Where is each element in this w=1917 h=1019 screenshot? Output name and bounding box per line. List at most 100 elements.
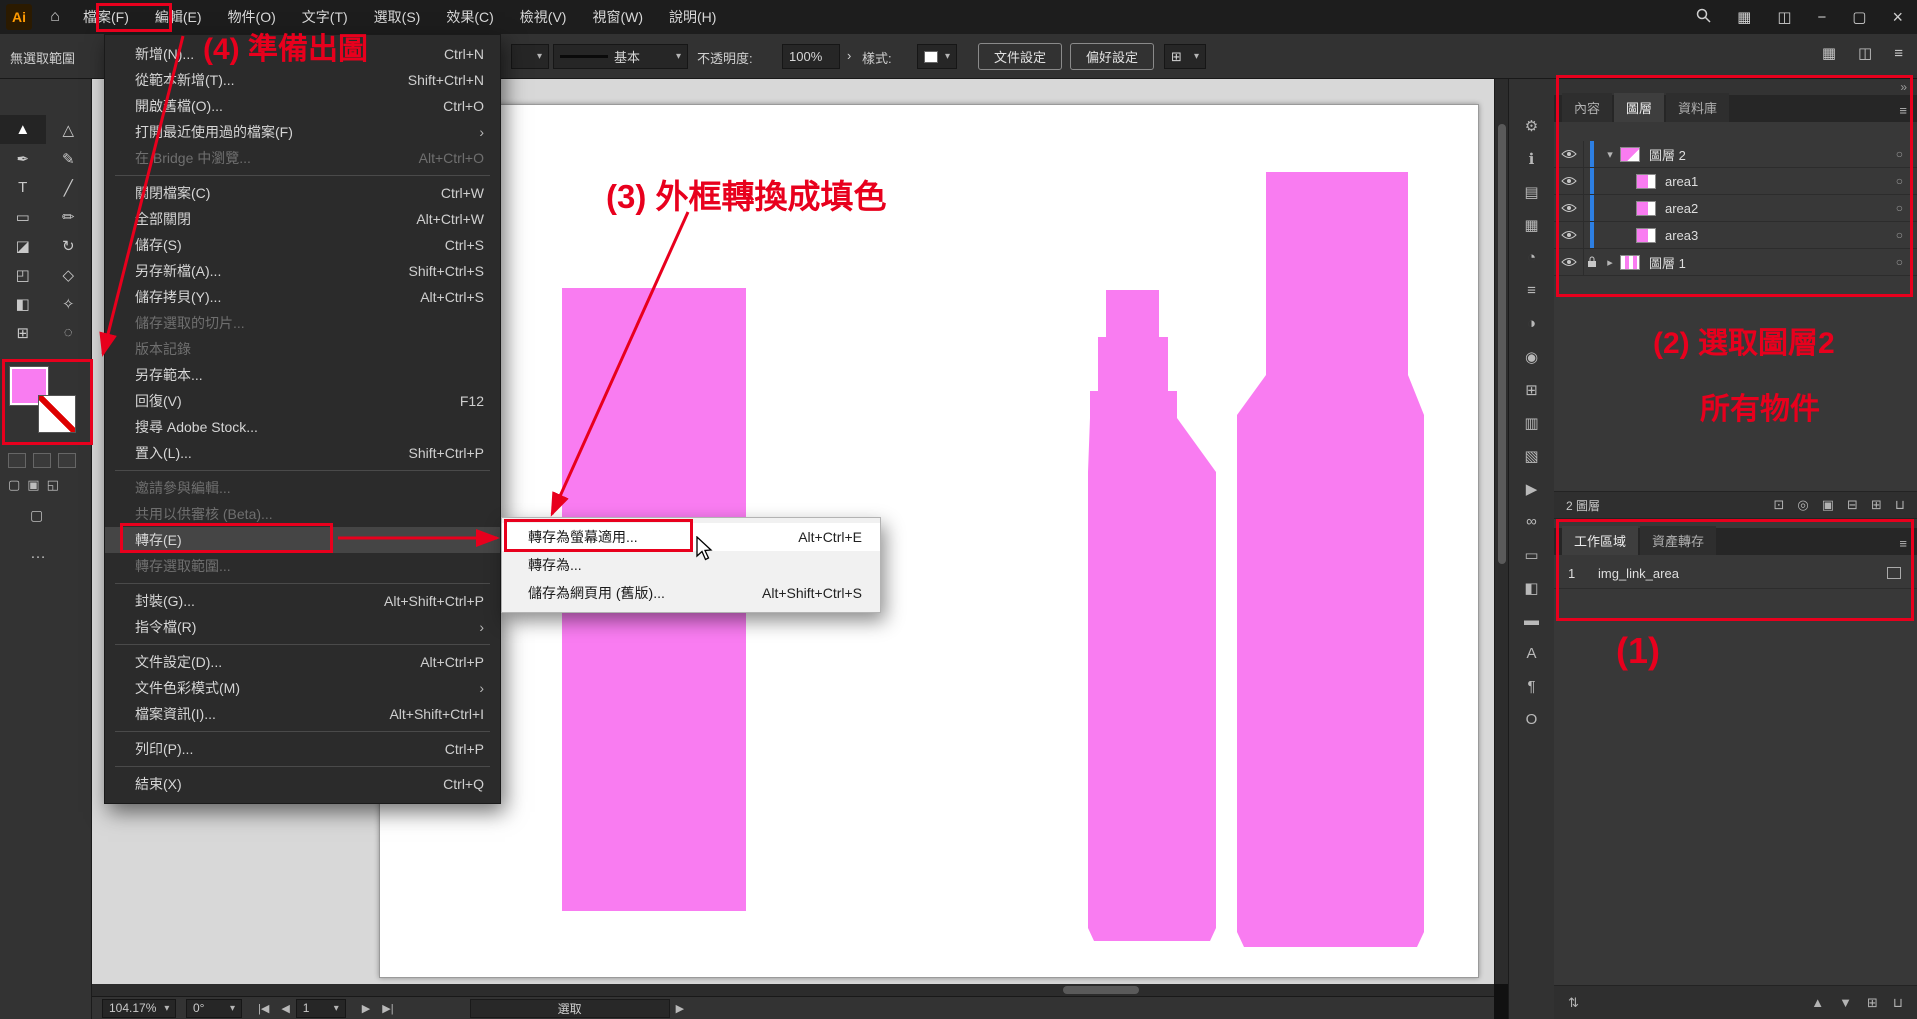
- file-menu-item[interactable]: 封裝(G)... Alt+Shift+Ctrl+P: [105, 588, 500, 614]
- file-menu-item[interactable]: 置入(L)... Shift+Ctrl+P: [105, 440, 500, 466]
- curvature-tool[interactable]: ✎: [46, 144, 92, 173]
- panel-menu-icon[interactable]: ≡: [1899, 103, 1907, 122]
- visibility-eye-icon[interactable]: [1554, 168, 1584, 194]
- object-thumbnail[interactable]: [1636, 174, 1656, 189]
- preferences-button[interactable]: 偏好設定: [1070, 43, 1154, 70]
- file-menu-item[interactable]: 結束(X) Ctrl+Q: [105, 771, 500, 797]
- object-name[interactable]: area1: [1665, 174, 1698, 189]
- menu-item[interactable]: 效果(C): [433, 0, 506, 34]
- stroke-color-swatch[interactable]: [38, 395, 76, 433]
- opacity-stepper[interactable]: ›: [847, 48, 851, 63]
- artboard-row[interactable]: 1 img_link_area: [1554, 558, 1917, 589]
- file-menu-item[interactable]: 開啟舊檔(O)... Ctrl+O: [105, 93, 500, 119]
- artboards-icon[interactable]: ▤: [1509, 175, 1554, 208]
- horizontal-scroll-thumb[interactable]: [1063, 986, 1139, 994]
- zoom-tool[interactable]: ◌: [46, 318, 92, 347]
- home-icon[interactable]: ⌂: [40, 8, 70, 26]
- menu-item[interactable]: 說明(H): [656, 0, 729, 34]
- actions-icon[interactable]: ▶: [1509, 472, 1554, 505]
- file-menu-item[interactable]: 儲存拷貝(Y)... Alt+Ctrl+S: [105, 284, 500, 310]
- opentype-icon[interactable]: O: [1509, 703, 1554, 736]
- info-icon[interactable]: ℹ: [1509, 142, 1554, 175]
- draw-inside-icon[interactable]: ◱: [47, 477, 59, 493]
- workspace-switcher-icon[interactable]: ▦: [1737, 8, 1751, 26]
- vertical-scrollbar[interactable]: [1494, 79, 1508, 984]
- tab-layers[interactable]: 圖層: [1614, 93, 1664, 122]
- minimize-icon[interactable]: −: [1818, 9, 1827, 26]
- gradient-icon[interactable]: ◉: [1509, 340, 1554, 373]
- target-circle-icon[interactable]: ○: [1896, 255, 1903, 269]
- artboard-page-icon[interactable]: [1887, 567, 1901, 579]
- search-icon[interactable]: [1696, 8, 1711, 27]
- style-dropdown[interactable]: ▾: [917, 44, 957, 69]
- line-segment-tool[interactable]: ╱: [46, 173, 92, 202]
- grid-icon[interactable]: ▦: [1822, 44, 1836, 62]
- file-menu-item[interactable]: 版本記錄: [105, 336, 500, 362]
- bottle-shape-small[interactable]: [1088, 290, 1216, 941]
- file-menu-item[interactable]: 文件色彩模式(M) ›: [105, 675, 500, 701]
- lock-icon[interactable]: [1584, 249, 1600, 275]
- object-thumbnail[interactable]: [1636, 228, 1656, 243]
- file-menu-item[interactable]: 另存範本...: [105, 362, 500, 388]
- file-menu-item[interactable]: 轉存選取範圍...: [105, 553, 500, 579]
- hamburger-menu-icon[interactable]: ≡: [1894, 45, 1903, 62]
- visibility-eye-icon[interactable]: [1554, 195, 1584, 221]
- close-icon[interactable]: ×: [1892, 7, 1903, 28]
- libraries-icon[interactable]: ▦: [1509, 208, 1554, 241]
- eraser-tool[interactable]: ◪: [0, 231, 46, 260]
- delete-layer-icon[interactable]: ⊔: [1895, 497, 1905, 513]
- visibility-eye-icon[interactable]: [1554, 222, 1584, 248]
- submenu-item[interactable]: 轉存為螢幕適用... Alt+Ctrl+E: [502, 523, 880, 551]
- layer-selection-column[interactable]: [1584, 222, 1600, 248]
- file-menu-item[interactable]: 打開最近使用過的檔案(F) ›: [105, 119, 500, 145]
- make-mask-icon[interactable]: ▣: [1822, 497, 1834, 513]
- expand-chevron-icon[interactable]: ▾: [1600, 148, 1620, 161]
- paintbrush-tool[interactable]: ✏: [46, 202, 92, 231]
- rotation-dropdown[interactable]: 0° ▾: [186, 999, 242, 1018]
- gradient-fill-icon[interactable]: [33, 453, 51, 468]
- layer-row[interactable]: area1 ○: [1554, 168, 1917, 195]
- file-menu-item[interactable]: 儲存(S) Ctrl+S: [105, 232, 500, 258]
- file-menu-item[interactable]: 回復(V) F12: [105, 388, 500, 414]
- character-icon[interactable]: A: [1509, 637, 1554, 670]
- file-menu-item[interactable]: 指令檔(R) ›: [105, 614, 500, 640]
- restore-icon[interactable]: ▢: [1852, 8, 1866, 26]
- file-menu-item[interactable]: 文件設定(D)... Alt+Ctrl+P: [105, 649, 500, 675]
- target-circle-icon[interactable]: ○: [1896, 228, 1903, 242]
- layer-name[interactable]: 圖層 1: [1649, 253, 1686, 272]
- color-fill-icon[interactable]: [8, 453, 26, 468]
- rotate-tool[interactable]: ↻: [46, 231, 92, 260]
- document-setup-button[interactable]: 文件設定: [978, 43, 1062, 70]
- edit-toolbar-button[interactable]: …: [30, 545, 48, 563]
- layer-thumbnail[interactable]: [1620, 147, 1640, 162]
- file-menu-item[interactable]: 全部關閉 Alt+Ctrl+W: [105, 206, 500, 232]
- file-menu-item[interactable]: 列印(P)... Ctrl+P: [105, 736, 500, 762]
- file-menu-item[interactable]: 儲存選取的切片...: [105, 310, 500, 336]
- layer-row[interactable]: ▾ 圖層 2 ○: [1554, 141, 1917, 168]
- width-tool[interactable]: ◇: [46, 260, 92, 289]
- rectangle-tool[interactable]: ▭: [0, 202, 46, 231]
- file-menu-item[interactable]: 檔案資訊(I)... Alt+Shift+Ctrl+I: [105, 701, 500, 727]
- opacity-input[interactable]: 100%: [782, 44, 840, 69]
- graphic-styles-icon[interactable]: ▧: [1509, 439, 1554, 472]
- tab-libraries[interactable]: 資料庫: [1666, 93, 1729, 122]
- submenu-item[interactable]: 儲存為網頁用 (舊版)... Alt+Shift+Ctrl+S: [502, 579, 880, 607]
- gradient-bar-icon[interactable]: ▬: [1509, 604, 1554, 637]
- locate-object-icon[interactable]: ◎: [1797, 497, 1808, 513]
- vertical-scroll-thumb[interactable]: [1498, 124, 1506, 564]
- tab-artboards[interactable]: 工作區域: [1562, 526, 1638, 555]
- panel-layout-icon[interactable]: ◫: [1858, 44, 1872, 62]
- file-menu-item[interactable]: 在 Bridge 中瀏覽... Alt+Ctrl+O: [105, 145, 500, 171]
- brush-definition-dropdown[interactable]: 基本 ▾: [553, 44, 688, 69]
- collect-for-export-icon[interactable]: ⊡: [1773, 497, 1784, 513]
- layer-name[interactable]: 圖層 2: [1649, 145, 1686, 164]
- gradient-tool[interactable]: ◧: [0, 289, 46, 318]
- variable-width-dropdown[interactable]: ▾: [511, 44, 549, 69]
- menu-item[interactable]: 視窗(W): [579, 0, 656, 34]
- eyedropper-tool[interactable]: ✧: [46, 289, 92, 318]
- new-sublayer-icon[interactable]: ⊟: [1847, 497, 1858, 513]
- type-tool[interactable]: T: [0, 173, 46, 202]
- tab-properties[interactable]: 內容: [1562, 93, 1612, 122]
- pen-tool[interactable]: ✒: [0, 144, 46, 173]
- bottle-shape-large[interactable]: [1237, 172, 1424, 947]
